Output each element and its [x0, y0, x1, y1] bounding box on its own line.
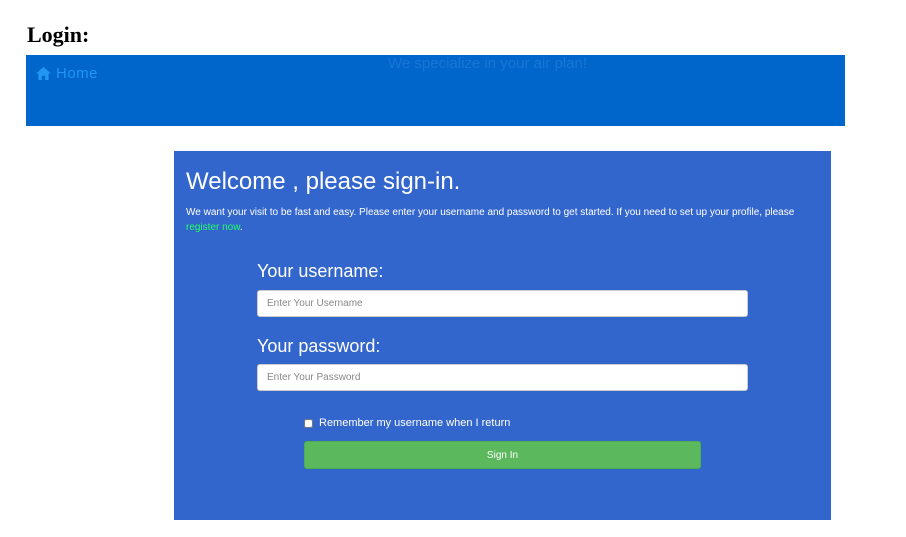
username-input[interactable] [257, 290, 748, 317]
password-label: Your password: [257, 336, 381, 356]
site-tagline: We specialize in your air plan! [388, 55, 587, 72]
login-panel: Welcome , please sign-in. We want your v… [174, 151, 831, 520]
password-input[interactable] [257, 364, 748, 391]
page-title: Login: [27, 22, 90, 47]
remember-me-checkbox[interactable] [304, 418, 313, 428]
register-link[interactable]: register now [186, 222, 240, 233]
top-navigation-bar: Home We specialize in your air plan! [26, 55, 845, 126]
remember-me-row: Remember my username when I return [304, 417, 510, 429]
intro-text: We want your visit to be fast and easy. … [186, 205, 826, 235]
remember-me-label: Remember my username when I return [319, 417, 511, 429]
home-icon [36, 67, 51, 80]
username-label: Your username: [257, 261, 384, 281]
home-link-label: Home [56, 65, 99, 82]
welcome-heading: Welcome , please sign-in. [186, 168, 461, 195]
intro-text-body: We want your visit to be fast and easy. … [186, 207, 795, 218]
intro-text-end: . [239, 222, 243, 233]
home-link[interactable]: Home [36, 65, 98, 82]
sign-in-button[interactable]: Sign In [304, 441, 701, 469]
